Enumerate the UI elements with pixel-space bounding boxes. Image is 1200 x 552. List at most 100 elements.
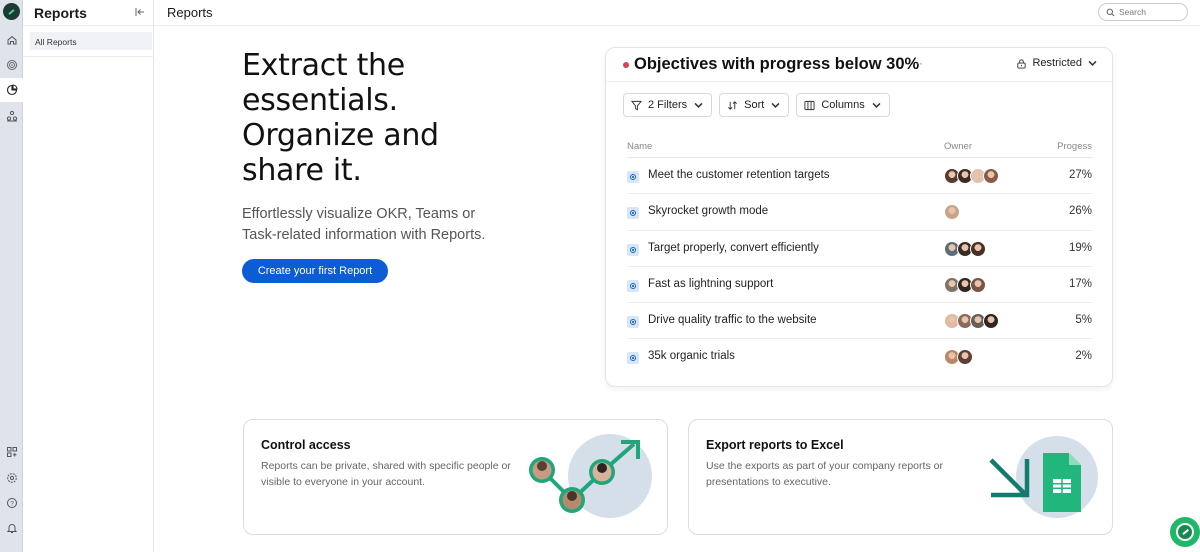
- objective-progress: 26%: [1068, 205, 1092, 218]
- owner-avatars: [944, 240, 986, 257]
- chevron-down-icon: [872, 102, 881, 108]
- lock-icon: [1017, 58, 1027, 69]
- feature-card-control-access: Control access Reports can be private, s…: [243, 419, 668, 535]
- columns-button[interactable]: Columns: [796, 93, 890, 117]
- report-preview-card: Objectives with progress below 30% ··· R…: [605, 47, 1113, 387]
- objective-progress: 2%: [1075, 350, 1092, 363]
- objectives-table: Name Owner Progess Meet the customer ret…: [627, 138, 1093, 376]
- report-toolbar: 2 Filters Sort Columns: [623, 93, 890, 117]
- hero-subtitle: Effortlessly visualize OKR, Teams or Tas…: [242, 206, 486, 243]
- sort-label: Sort: [744, 99, 765, 111]
- more-options-icon[interactable]: ···: [911, 56, 923, 70]
- objective-icon: [627, 316, 639, 329]
- people-growth-illustration: [529, 434, 652, 518]
- rail-goals[interactable]: [0, 53, 23, 77]
- collapse-sidebar-icon[interactable]: [134, 6, 146, 18]
- objective-name[interactable]: Meet the customer retention targets: [648, 169, 830, 181]
- feature-title: Export reports to Excel: [706, 438, 844, 452]
- rail-home[interactable]: [0, 28, 23, 52]
- divider: [23, 25, 154, 26]
- top-bar: Reports: [154, 0, 1200, 26]
- objective-icon: [627, 279, 639, 292]
- objective-name[interactable]: Skyrocket growth mode: [648, 205, 768, 217]
- reports-sidebar: Reports All Reports: [23, 0, 154, 552]
- owner-avatars: [944, 349, 973, 366]
- filter-icon: [631, 100, 642, 110]
- chevron-down-icon: [694, 102, 703, 108]
- column-header-owner[interactable]: Owner: [944, 141, 972, 152]
- visibility-dropdown[interactable]: Restricted: [1016, 57, 1098, 69]
- page-title: Reports: [167, 5, 213, 20]
- rail-help[interactable]: ?: [0, 491, 23, 515]
- svg-text:?: ?: [10, 500, 14, 507]
- home-icon: [7, 35, 16, 45]
- column-header-name[interactable]: Name: [627, 141, 652, 152]
- table-row[interactable]: Meet the customer retention targets +3 27%: [627, 158, 1093, 195]
- spreadsheet-export-illustration: [989, 436, 1098, 518]
- rail-settings[interactable]: [0, 466, 23, 490]
- objective-progress: 5%: [1075, 314, 1092, 327]
- objective-name[interactable]: Drive quality traffic to the website: [648, 314, 817, 326]
- report-card-header: Objectives with progress below 30% ··· R…: [606, 48, 1112, 82]
- report-title: Objectives with progress below 30%: [634, 55, 920, 73]
- gear-icon: [6, 473, 17, 483]
- objective-name[interactable]: Target properly, convert efficiently: [648, 242, 819, 254]
- chevron-down-icon: [771, 102, 780, 108]
- table-row[interactable]: Fast as lightning support 17%: [627, 267, 1093, 304]
- search-icon: [1106, 8, 1115, 16]
- app-logo[interactable]: [3, 3, 20, 20]
- sort-button[interactable]: Sort: [719, 93, 790, 117]
- columns-label: Columns: [821, 99, 865, 111]
- feature-description: Use the exports as part of your company …: [706, 460, 943, 488]
- divider: [23, 56, 154, 57]
- owner-avatars: [944, 276, 986, 293]
- rail-apps[interactable]: [0, 440, 23, 464]
- assistant-launcher-button[interactable]: [1170, 517, 1200, 547]
- bell-icon: [6, 524, 17, 533]
- feature-description: Reports can be private, shared with spec…: [261, 460, 511, 488]
- table-header: Name Owner Progess: [627, 138, 1093, 158]
- org-chart-icon: [6, 110, 17, 122]
- objective-progress: 17%: [1068, 277, 1092, 290]
- objective-progress: 19%: [1068, 241, 1092, 254]
- owner-avatar[interactable]: [957, 349, 973, 366]
- column-header-progress[interactable]: Progess: [1057, 141, 1092, 152]
- owner-avatar[interactable]: [944, 204, 960, 221]
- sidebar-item-all-reports[interactable]: All Reports: [30, 32, 152, 50]
- owner-avatars: [944, 204, 960, 221]
- feature-card-export-excel: Export reports to Excel Use the exports …: [688, 419, 1113, 535]
- sort-icon: [728, 100, 738, 110]
- table-row[interactable]: Drive quality traffic to the website +3 5%: [627, 303, 1093, 340]
- objective-name[interactable]: 35k organic trials: [648, 350, 735, 362]
- objective-name[interactable]: Fast as lightning support: [648, 278, 773, 290]
- owner-avatar[interactable]: [970, 240, 986, 257]
- objective-icon: [627, 352, 639, 365]
- search-box[interactable]: [1098, 3, 1188, 21]
- rail-notifications[interactable]: [0, 516, 23, 540]
- objective-icon: [627, 171, 639, 183]
- apps-grid-icon: [6, 447, 17, 457]
- objective-progress: 27%: [1068, 169, 1092, 181]
- rail-reports[interactable]: [0, 78, 23, 102]
- help-icon: ?: [6, 498, 17, 508]
- objective-icon: [627, 207, 639, 220]
- table-row[interactable]: Target properly, convert efficiently 19%: [627, 231, 1093, 267]
- table-row[interactable]: 35k organic trials 2%: [627, 339, 1093, 375]
- filters-button[interactable]: 2 Filters: [623, 93, 713, 117]
- filters-label: 2 Filters: [648, 99, 688, 111]
- create-first-report-button[interactable]: Create your first Report: [242, 259, 388, 283]
- target-icon: [6, 60, 17, 70]
- status-dot: [623, 62, 629, 68]
- table-row[interactable]: Skyrocket growth mode 26%: [627, 194, 1093, 231]
- owner-avatar[interactable]: [983, 168, 999, 184]
- objective-icon: [627, 243, 639, 256]
- hero-title: Extract the essentials. Organize and sha…: [242, 48, 439, 188]
- app-rail: ?: [0, 0, 23, 552]
- search-input[interactable]: [1119, 7, 1179, 17]
- rail-teams[interactable]: [0, 104, 23, 128]
- owner-avatar[interactable]: [970, 276, 986, 293]
- feature-title: Control access: [261, 438, 351, 452]
- visibility-label: Restricted: [1032, 57, 1082, 69]
- sidebar-title: Reports: [34, 5, 87, 21]
- owner-avatar[interactable]: [983, 313, 999, 330]
